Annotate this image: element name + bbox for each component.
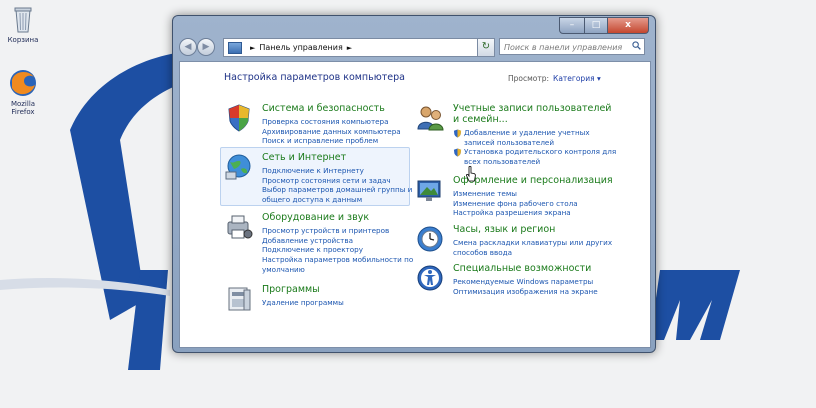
recycle-bin-icon (8, 4, 38, 34)
link-check-status[interactable]: Проверка состояния компьютера (262, 117, 401, 127)
minimize-button[interactable]: – (559, 17, 585, 34)
category-title[interactable]: Специальные возможности (453, 263, 591, 274)
link-homegroup-cont[interactable]: общего доступа к данным (262, 195, 412, 205)
link-change-theme[interactable]: Изменение темы (453, 189, 578, 199)
link-add-remove-accounts[interactable]: Добавление и удаление учетных (453, 128, 616, 138)
link-projector[interactable]: Подключение к проектору (262, 245, 413, 255)
category-title[interactable]: Часы, язык и регион (453, 224, 555, 235)
back-button[interactable]: ◀ (179, 38, 197, 56)
clock-language-icon (417, 226, 443, 252)
control-panel-window: – □ x ◀ ▶ ► Панель управления ► ▾ ↻ Поис… (172, 15, 656, 353)
close-button[interactable]: x (608, 17, 649, 34)
control-panel-content: Настройка параметров компьютера Просмотр… (179, 61, 651, 348)
link-add-remove-accounts-cont[interactable]: записей пользователей (453, 138, 616, 148)
link-connect-internet[interactable]: Подключение к Интернету (262, 166, 412, 176)
category-title[interactable]: Система и безопасность (262, 103, 385, 114)
desktop-icon-label: Корзина (7, 36, 39, 44)
search-icon[interactable] (632, 41, 641, 50)
view-by-label: Просмотр: (508, 74, 550, 83)
category-title[interactable]: Учетные записи пользователей и семейн... (453, 103, 611, 125)
link-mobility[interactable]: Настройка параметров мобильности по (262, 255, 413, 265)
hand-cursor-icon (466, 166, 476, 182)
link-text: Установка родительского контроля для (464, 147, 617, 157)
category-title[interactable]: Оформление и персонализация (453, 175, 613, 186)
link-mobility-cont[interactable]: умолчанию (262, 265, 413, 275)
view-by-dropdown[interactable]: Категория ▾ (553, 74, 601, 83)
control-panel-icon (228, 41, 242, 54)
link-parental-controls-cont[interactable]: всех пользователей (453, 157, 616, 167)
desktop-icon-label: Mozilla Firefox (10, 100, 36, 116)
system-security-icon (228, 104, 250, 132)
category-title[interactable]: Сеть и Интернет (262, 152, 346, 163)
link-text: Добавление и удаление учетных (464, 128, 590, 137)
link-desktop-background[interactable]: Изменение фона рабочего стола (453, 199, 578, 209)
programs-icon (228, 287, 251, 311)
uac-shield-icon (453, 129, 462, 138)
maximize-button[interactable]: □ (585, 17, 608, 34)
category-title-line1: Учетные записи пользователей (453, 103, 612, 114)
desktop-icon-firefox[interactable]: Mozilla Firefox (0, 68, 46, 116)
link-keyboard-layouts[interactable]: Смена раскладки клавиатуры или других (453, 238, 612, 248)
link-parental-controls[interactable]: Установка родительского контроля для (453, 147, 616, 157)
link-optimize-display[interactable]: Оптимизация изображения на экране (453, 287, 598, 297)
link-add-device[interactable]: Добавление устройства (262, 236, 413, 246)
refresh-button[interactable]: ↻ (477, 38, 495, 57)
link-text: записей пользователей (464, 137, 555, 147)
forward-button[interactable]: ▶ (197, 38, 215, 56)
breadcrumb-control-panel[interactable]: Панель управления (259, 43, 342, 52)
link-devices-printers[interactable]: Просмотр устройств и принтеров (262, 226, 413, 236)
window-controls: – □ x (559, 17, 649, 34)
breadcrumb-separator: ► (250, 43, 256, 52)
hardware-sound-icon (227, 215, 253, 239)
navigation-bar: ◀ ▶ ► Панель управления ► ▾ ↻ Поиск в па… (179, 37, 649, 57)
link-keyboard-layouts-cont[interactable]: способов ввода (453, 248, 612, 258)
link-recommended-settings[interactable]: Рекомендуемые Windows параметры (453, 277, 598, 287)
user-accounts-icon (417, 106, 444, 131)
firefox-icon (8, 68, 38, 98)
appearance-icon (417, 180, 441, 201)
ease-of-access-icon (417, 265, 443, 291)
link-troubleshoot[interactable]: Поиск и исправление проблем (262, 136, 401, 146)
link-homegroup[interactable]: Выбор параметров домашней группы и (262, 185, 412, 195)
search-input[interactable]: Поиск в панели управления (499, 38, 645, 55)
link-screen-resolution[interactable]: Настройка разрешения экрана (453, 208, 578, 218)
category-title[interactable]: Оборудование и звук (262, 212, 369, 223)
link-text: всех пользователей (464, 157, 541, 167)
network-internet-icon (225, 154, 251, 180)
link-backup[interactable]: Архивирование данных компьютера (262, 127, 401, 137)
category-title-line2: и семейн... (453, 114, 508, 125)
link-network-status[interactable]: Просмотр состояния сети и задач (262, 176, 412, 186)
desktop-icon-recycle-bin[interactable]: Корзина (0, 4, 46, 44)
breadcrumb-separator: ► (346, 43, 353, 52)
search-placeholder: Поиск в панели управления (504, 43, 623, 52)
address-bar[interactable]: ► Панель управления ► ▾ (223, 38, 495, 57)
uac-shield-icon (453, 148, 462, 157)
category-title[interactable]: Программы (262, 284, 320, 295)
link-uninstall[interactable]: Удаление программы (262, 298, 344, 308)
page-title: Настройка параметров компьютера (224, 72, 405, 83)
